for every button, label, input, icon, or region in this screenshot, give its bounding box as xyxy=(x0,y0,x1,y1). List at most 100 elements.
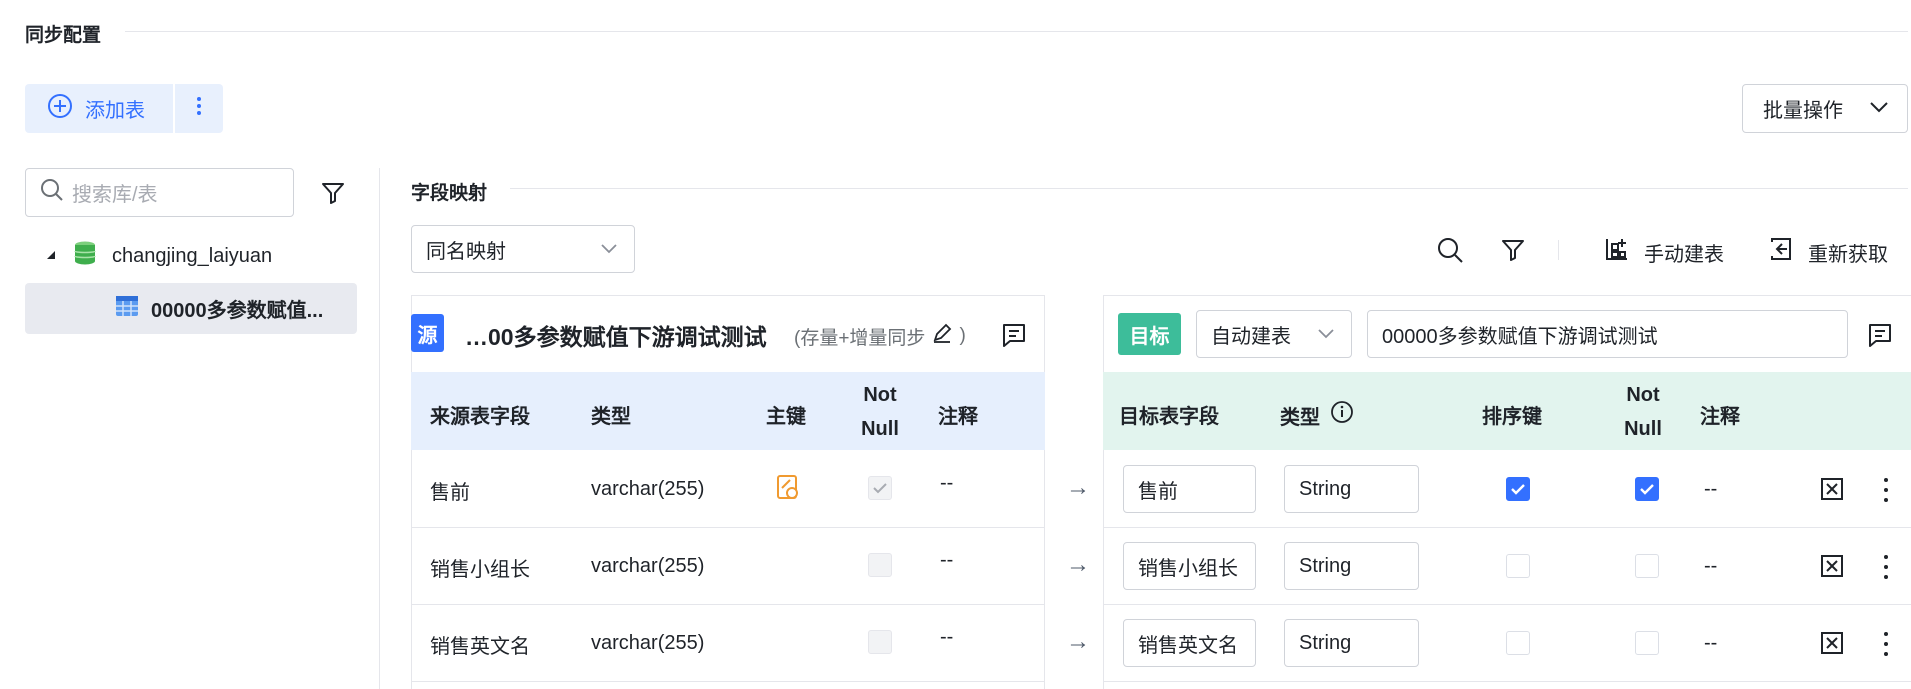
tree-node-table-selected[interactable]: 00000多参数赋值... xyxy=(25,283,357,334)
row-divider xyxy=(411,681,1045,682)
source-col-pk: 主键 xyxy=(766,406,806,428)
field-mapping-title: 字段映射 xyxy=(411,183,488,204)
target-tag: 目标 xyxy=(1118,313,1181,355)
database-icon xyxy=(72,240,98,272)
table-add-icon xyxy=(1604,236,1630,268)
mapping-arrow: → xyxy=(1066,551,1090,578)
mapping-mode-select[interactable]: 同名映射 xyxy=(411,225,635,273)
source-type-cell: varchar(255) xyxy=(591,478,705,500)
drag-handle[interactable] xyxy=(1882,631,1890,662)
search-input[interactable]: 搜索库/表 xyxy=(25,168,294,217)
source-col-type: 类型 xyxy=(591,406,631,428)
source-field-cell: 售前 xyxy=(430,482,470,504)
search-placeholder: 搜索库/表 xyxy=(72,184,158,206)
database-label: changjing_laiyuan xyxy=(112,244,273,267)
drag-handle[interactable] xyxy=(1882,477,1890,508)
refetch-button[interactable]: 重新获取 xyxy=(1768,236,1888,268)
sort-key-checkbox[interactable] xyxy=(1506,631,1530,655)
target-type-input[interactable]: String xyxy=(1284,619,1419,667)
row-divider xyxy=(411,604,1045,605)
field-mapping-divider xyxy=(510,188,1908,189)
target-col-field: 目标表字段 xyxy=(1119,406,1219,428)
source-notnull-checkbox xyxy=(868,476,892,500)
source-notnull-checkbox xyxy=(868,630,892,654)
source-comment-cell: -- xyxy=(940,472,954,494)
target-table-name-input[interactable]: 00000多参数赋值下游调试测试 xyxy=(1367,310,1848,358)
mapping-arrow: → xyxy=(1066,474,1090,501)
search-icon xyxy=(1436,236,1464,270)
target-create-mode-select[interactable]: 自动建表 xyxy=(1196,310,1352,358)
target-notnull-checkbox[interactable] xyxy=(1635,631,1659,655)
drag-dots-icon xyxy=(1882,555,1890,584)
filter-icon xyxy=(320,183,346,210)
sort-key-checkbox[interactable] xyxy=(1506,477,1530,501)
table-label: 00000多参数赋值... xyxy=(151,300,324,322)
target-field-input[interactable]: 售前 xyxy=(1123,465,1256,513)
field-filter-button[interactable] xyxy=(1500,237,1526,269)
batch-operation-label: 批量操作 xyxy=(1763,100,1843,122)
info-icon[interactable] xyxy=(1330,400,1354,430)
filter-button[interactable] xyxy=(320,180,346,211)
drag-dots-icon xyxy=(1882,632,1890,661)
delete-row-button[interactable] xyxy=(1820,477,1844,506)
target-type-input[interactable]: String xyxy=(1284,542,1419,590)
source-type-cell: varchar(255) xyxy=(591,632,705,654)
caret-down-icon[interactable] xyxy=(44,245,58,268)
more-vertical-icon xyxy=(196,96,202,121)
manual-create-table-button[interactable]: 手动建表 xyxy=(1604,236,1724,268)
row-divider xyxy=(1103,527,1911,528)
target-col-comment: 注释 xyxy=(1700,406,1740,428)
target-field-input[interactable]: 销售小组长 xyxy=(1123,542,1256,590)
source-comment-button[interactable] xyxy=(1001,322,1027,353)
source-tag: 源 xyxy=(411,314,444,352)
target-field-input[interactable]: 销售英文名 xyxy=(1123,619,1256,667)
source-field-cell: 销售小组长 xyxy=(430,559,530,581)
target-comment-cell: -- xyxy=(1704,478,1718,500)
delete-row-button[interactable] xyxy=(1820,631,1844,660)
target-comment-button[interactable] xyxy=(1867,322,1893,353)
refresh-icon xyxy=(1768,236,1794,268)
target-type-input[interactable]: String xyxy=(1284,465,1419,513)
source-comment-cell: -- xyxy=(940,549,954,571)
target-col-sort-key: 排序键 xyxy=(1482,406,1542,428)
source-comment-cell: -- xyxy=(940,626,954,648)
sort-key-checkbox[interactable] xyxy=(1506,554,1530,578)
source-table-name: …00多参数赋值下游调试测试 xyxy=(465,324,767,350)
section-divider xyxy=(125,31,1908,32)
comment-icon xyxy=(1867,324,1893,352)
target-notnull-checkbox[interactable] xyxy=(1635,554,1659,578)
sync-mode-close: ) xyxy=(959,325,966,346)
target-notnull-checkbox[interactable] xyxy=(1635,477,1659,501)
plus-circle-icon xyxy=(47,93,73,125)
target-comment-cell: -- xyxy=(1704,632,1718,654)
row-divider xyxy=(1103,604,1911,605)
source-col-notnull-line1: Not xyxy=(863,384,897,406)
row-divider xyxy=(411,527,1045,528)
target-create-mode-value: 自动建表 xyxy=(1211,325,1291,348)
more-options-button[interactable] xyxy=(175,84,223,133)
target-col-notnull: Not Null xyxy=(1619,378,1667,446)
delete-box-icon xyxy=(1820,632,1844,659)
table-icon xyxy=(115,295,139,323)
drag-handle[interactable] xyxy=(1882,554,1890,585)
source-col-notnull-line2: Null xyxy=(861,418,899,440)
sync-mode-text: (存量+增量同步 xyxy=(794,327,926,349)
chevron-down-icon xyxy=(1317,323,1335,346)
batch-operation-button[interactable]: 批量操作 xyxy=(1742,84,1908,133)
target-col-type: 类型 xyxy=(1280,400,1354,430)
search-icon xyxy=(40,178,64,208)
edit-icon[interactable] xyxy=(931,322,953,350)
mapping-mode-value: 同名映射 xyxy=(426,240,506,263)
sidebar-divider xyxy=(379,168,380,689)
delete-row-button[interactable] xyxy=(1820,554,1844,583)
target-col-type-label: 类型 xyxy=(1280,406,1320,429)
add-table-button[interactable]: 添加表 xyxy=(25,84,173,133)
source-notnull-checkbox xyxy=(868,553,892,577)
section-title: 同步配置 xyxy=(25,25,102,46)
source-sync-mode: (存量+增量同步 ) xyxy=(794,322,966,350)
tree-node-database[interactable]: changjing_laiyuan xyxy=(44,238,272,274)
source-col-field: 来源表字段 xyxy=(430,406,530,428)
source-type-cell: varchar(255) xyxy=(591,555,705,577)
field-search-button[interactable] xyxy=(1436,236,1464,270)
source-col-notnull: Not Null xyxy=(856,378,904,446)
